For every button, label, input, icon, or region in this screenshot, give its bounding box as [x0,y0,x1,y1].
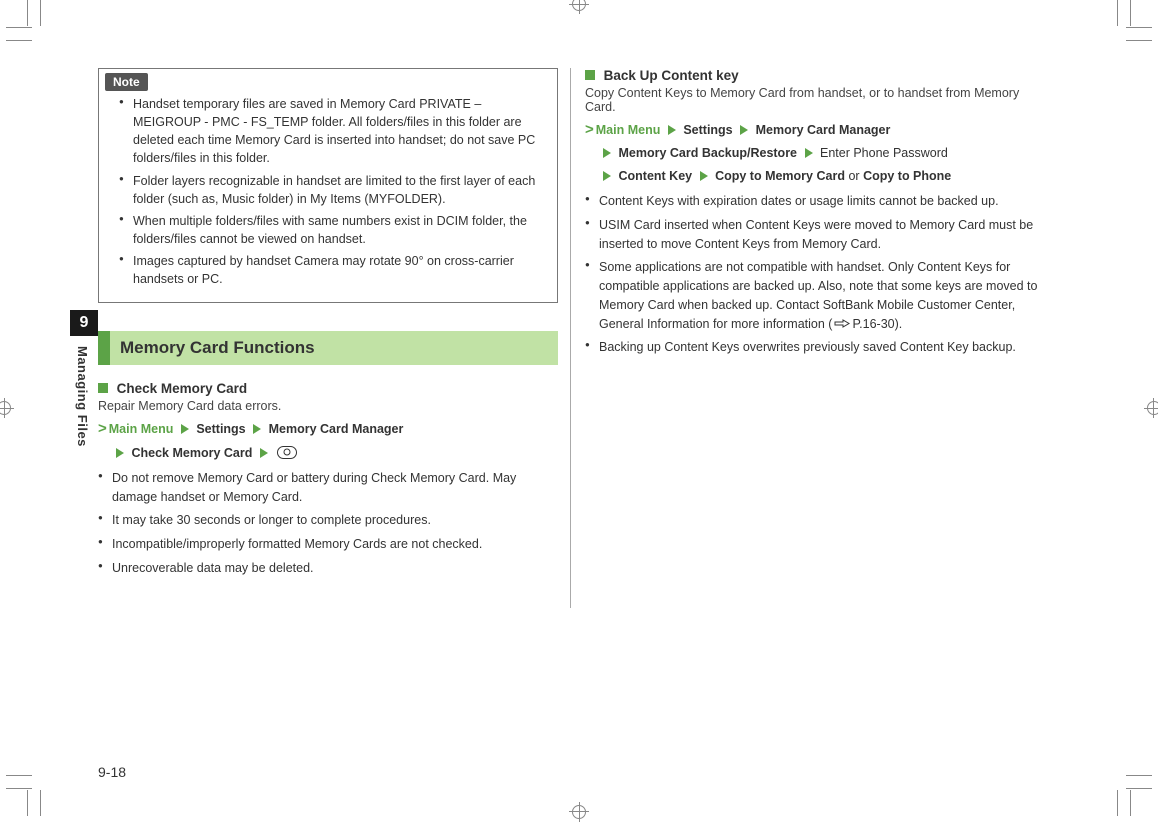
note-item: When multiple folders/files with same nu… [119,212,547,248]
list-item: Backing up Content Keys overwrites previ… [585,338,1042,357]
page-number: 9-18 [98,764,126,780]
crop-mark [1126,775,1152,776]
crop-mark [1126,40,1152,41]
crop-mark [1117,790,1118,816]
list-item: Some applications are not compatible wit… [585,258,1042,333]
note-box: Note Handset temporary files are saved i… [98,68,558,303]
nav-path: Check Memory Card [112,444,558,463]
right-column: Back Up Content key Copy Content Keys to… [570,68,1042,608]
registration-mark [1153,398,1154,418]
left-column: Note Handset temporary files are saved i… [98,68,570,608]
list-item: USIM Card inserted when Content Keys wer… [585,216,1042,254]
crop-mark [6,775,32,776]
crop-mark [1130,0,1131,26]
arrow-icon [253,424,261,434]
chapter-side-tab: 9 Managing Files [70,310,98,457]
nav-step: Check Memory Card [131,446,252,460]
note-list: Handset temporary files are saved in Mem… [99,93,557,302]
chapter-number: 9 [70,310,98,336]
nav-path: >Main Menu Settings Memory Card Manager [98,417,558,440]
backup-subheading: Back Up Content key [585,68,1042,83]
backup-description: Copy Content Keys to Memory Card from ha… [585,86,1042,114]
crop-mark [1126,788,1152,789]
check-description: Repair Memory Card data errors. [98,399,558,413]
arrow-icon [603,171,611,181]
chevron-start-icon: > [585,121,594,138]
nav-path: Content Key Copy to Memory Card or Copy … [599,167,1042,186]
list-item: Incompatible/improperly formatted Memory… [98,535,558,554]
list-item-text: Some applications are not compatible wit… [599,260,1037,330]
crop-mark [6,40,32,41]
nav-path: >Main Menu Settings Memory Card Manager [585,118,1042,141]
arrow-icon [700,171,708,181]
check-bullets: Do not remove Memory Card or battery dur… [98,469,558,578]
crop-mark [40,0,41,26]
nav-step: Memory Card Backup/Restore [618,146,797,160]
crop-mark [27,0,28,26]
nav-step: Content Key [618,169,692,183]
nav-step: Enter Phone Password [820,146,948,160]
center-key-icon [277,446,297,459]
nav-step: Memory Card Manager [756,123,891,137]
registration-mark [1144,408,1158,409]
registration-mark [4,398,5,418]
list-item: Unrecoverable data may be deleted. [98,559,558,578]
note-item: Folder layers recognizable in handset ar… [119,172,547,208]
crop-mark [6,788,32,789]
note-item: Images captured by handset Camera may ro… [119,252,547,288]
registration-mark [579,802,580,822]
note-item: Handset temporary files are saved in Mem… [119,95,547,168]
list-item: Content Keys with expiration dates or us… [585,192,1042,211]
or-text: or [848,169,859,183]
square-bullet-icon [98,383,108,393]
section-heading: Memory Card Functions [98,331,558,365]
crop-mark [1126,27,1152,28]
arrow-icon [116,448,124,458]
nav-main-menu: Main Menu [596,123,661,137]
chevron-start-icon: > [98,420,107,437]
nav-step: Copy to Phone [863,169,951,183]
crop-mark [6,27,32,28]
arrow-icon [668,125,676,135]
arrow-icon [603,148,611,158]
arrow-icon [805,148,813,158]
list-item-ref: P.16-30). [852,317,902,331]
crop-mark [40,790,41,816]
registration-mark [579,0,580,14]
list-item: It may take 30 seconds or longer to comp… [98,511,558,530]
registration-mark [0,408,14,409]
nav-main-menu: Main Menu [109,422,174,436]
nav-step: Memory Card Manager [269,422,404,436]
arrow-icon [181,424,189,434]
nav-step: Copy to Memory Card [715,169,845,183]
nav-path: Memory Card Backup/Restore Enter Phone P… [599,144,1042,163]
crop-mark [1117,0,1118,26]
check-title: Check Memory Card [117,381,248,396]
crop-mark [27,790,28,816]
crop-mark [1130,790,1131,816]
arrow-icon [740,125,748,135]
chapter-title: Managing Files [70,336,95,457]
reference-hand-icon [834,316,850,327]
arrow-icon [260,448,268,458]
list-item: Do not remove Memory Card or battery dur… [98,469,558,507]
square-bullet-icon [585,70,595,80]
note-label: Note [105,73,148,91]
nav-step: Settings [196,422,245,436]
backup-title: Back Up Content key [604,68,739,83]
check-subheading: Check Memory Card [98,381,558,396]
backup-bullets: Content Keys with expiration dates or us… [585,192,1042,357]
nav-step: Settings [683,123,732,137]
